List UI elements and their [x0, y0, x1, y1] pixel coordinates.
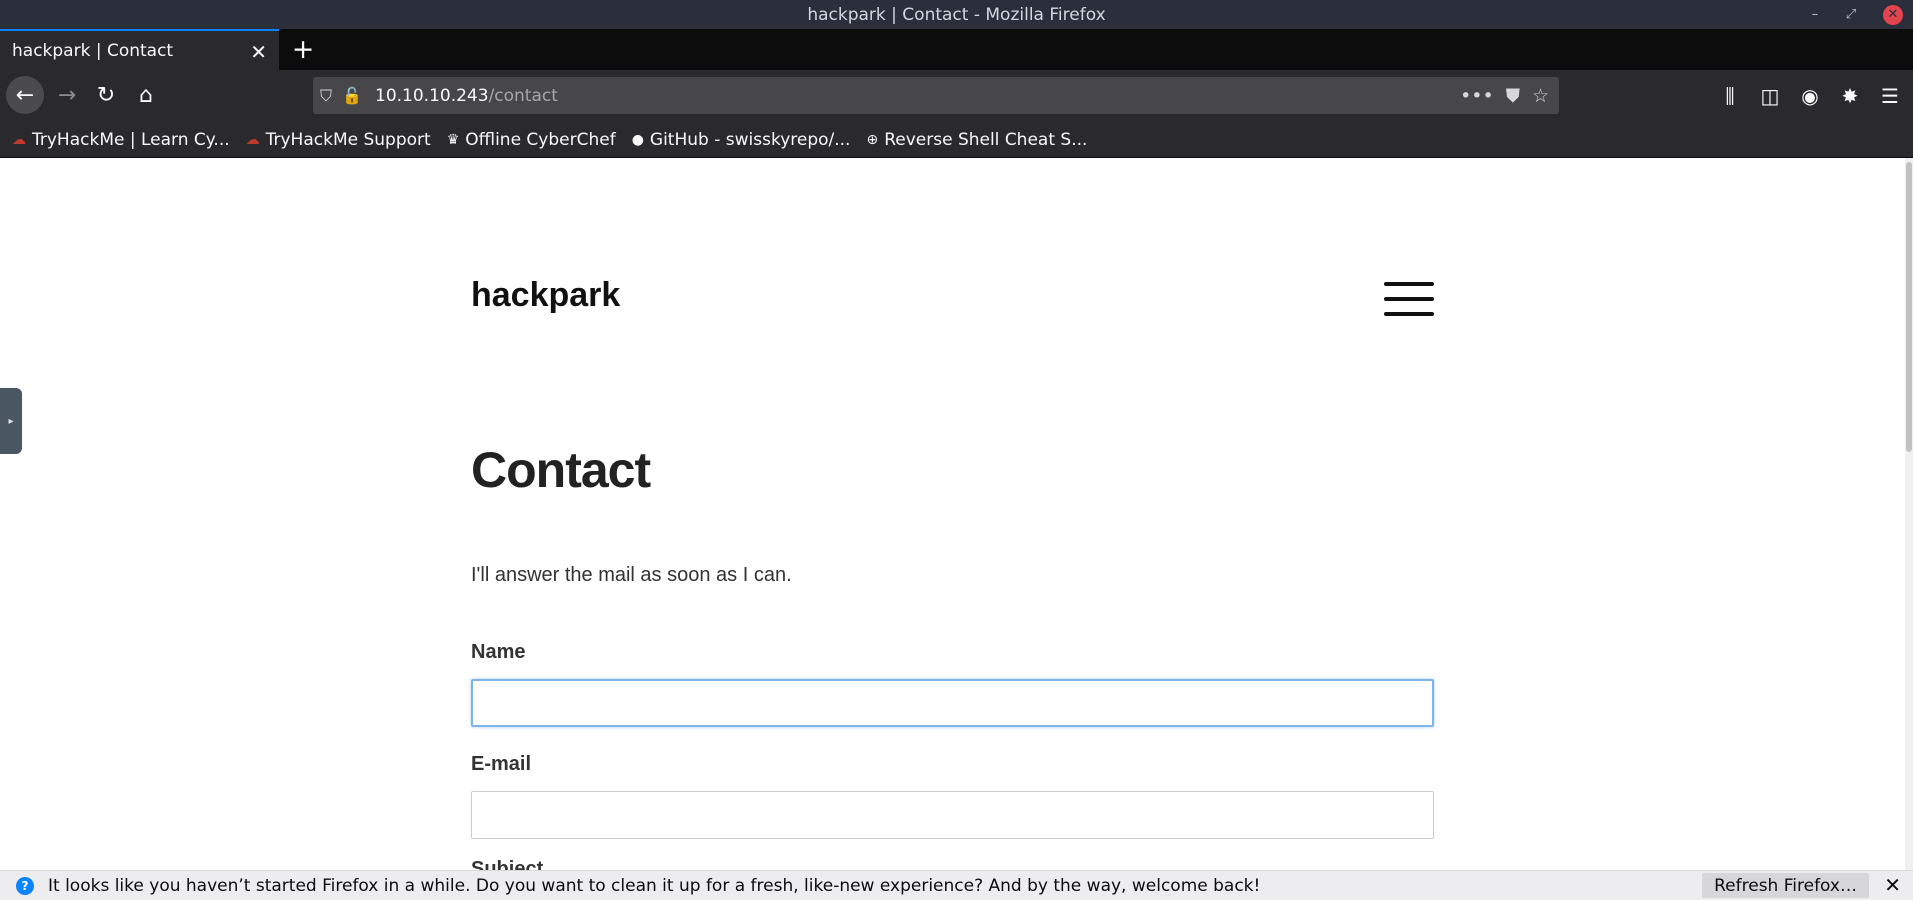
site-title[interactable]: hackpark — [471, 276, 620, 315]
bookmarks-toolbar: ☁ TryHackMe | Learn Cy... ☁ TryHackMe Su… — [0, 122, 1913, 158]
bookmark-label: TryHackMe Support — [265, 129, 431, 150]
bookmark-label: Offline CyberChef — [465, 129, 616, 150]
site-menu-hamburger-icon[interactable] — [1384, 282, 1434, 316]
insecure-connection-icon[interactable]: 🔓 — [339, 81, 365, 111]
maximize-window-button[interactable]: ⤢ — [1841, 5, 1861, 25]
bookmark-tryhackme[interactable]: ☁ TryHackMe | Learn Cy... — [12, 130, 230, 150]
bookmark-reverse-shell-cheat-sheet[interactable]: ⊕ Reverse Shell Cheat S... — [866, 130, 1087, 150]
page-content: ▸ hackpark Contact I'll answer the mail … — [0, 158, 1913, 870]
app-menu-icon[interactable]: ☰ — [1877, 84, 1903, 108]
bookmark-label: Reverse Shell Cheat S... — [884, 129, 1088, 150]
firefox-account-icon[interactable]: ◉ — [1797, 84, 1823, 108]
sidebar-toggle-icon[interactable]: ◫ — [1757, 84, 1783, 108]
globe-icon: ⊕ — [866, 131, 879, 148]
name-label: Name — [471, 641, 526, 663]
email-label: E-mail — [471, 753, 532, 775]
minimize-window-button[interactable]: – — [1805, 5, 1825, 25]
bookmark-github-swisskyrepo[interactable]: ● GitHub - swisskyrepo/... — [632, 130, 851, 150]
bookmark-label: GitHub - swisskyrepo/... — [649, 129, 851, 150]
name-input[interactable] — [471, 679, 1434, 727]
address-bar[interactable]: ⛉ 🔓 10.10.10.243/contact ••• ⛊ ☆ — [313, 77, 1559, 114]
navigation-toolbar: ← → ↻ ⌂ ⛉ 🔓 10.10.10.243/contact ••• ⛊ ☆… — [0, 70, 1913, 122]
window-titlebar: hackpark | Contact - Mozilla Firefox – ⤢… — [0, 0, 1913, 29]
window-title: hackpark | Contact - Mozilla Firefox — [807, 4, 1106, 25]
close-window-button[interactable]: ✕ — [1883, 4, 1903, 25]
tab-strip: hackpark | Contact ✕ + — [0, 29, 1913, 70]
notification-message: It looks like you haven’t started Firefo… — [48, 875, 1261, 896]
new-tab-button[interactable]: + — [288, 33, 318, 65]
question-icon: ? — [16, 876, 34, 895]
pocket-icon[interactable]: ⛊ — [1506, 85, 1520, 107]
bookmark-star-icon[interactable]: ☆ — [1532, 85, 1549, 107]
forward-button[interactable]: → — [48, 76, 86, 114]
page-actions-more-icon[interactable]: ••• — [1460, 85, 1494, 107]
email-input[interactable] — [471, 791, 1434, 839]
github-icon: ● — [631, 131, 644, 148]
side-panel-handle[interactable]: ▸ — [0, 388, 22, 454]
bookmark-offline-cyberchef[interactable]: ♛ Offline CyberChef — [447, 130, 616, 150]
page-heading: Contact — [471, 442, 651, 498]
page-scrollbar[interactable] — [1905, 158, 1913, 870]
library-icon[interactable]: ⫼ — [1717, 84, 1743, 108]
home-button[interactable]: ⌂ — [127, 76, 165, 114]
tab-hackpark-contact[interactable]: hackpark | Contact ✕ — [0, 29, 279, 70]
tryhackme-support-icon: ☁ — [245, 131, 260, 148]
url-path: /contact — [488, 85, 558, 106]
refresh-firefox-button[interactable]: Refresh Firefox… — [1702, 873, 1869, 898]
reload-button[interactable]: ↻ — [87, 76, 125, 114]
cyberchef-icon: ♛ — [446, 131, 460, 148]
subject-label: Subject — [471, 858, 544, 870]
url-host: 10.10.10.243 — [375, 85, 489, 106]
intro-text: I'll answer the mail as soon as I can. — [471, 564, 792, 586]
close-notification-icon[interactable]: ✕ — [1884, 873, 1901, 897]
bookmark-tryhackme-support[interactable]: ☁ TryHackMe Support — [246, 130, 431, 150]
extension-icon[interactable]: ✸ — [1837, 84, 1863, 108]
bookmark-label: TryHackMe | Learn Cy... — [32, 129, 230, 150]
close-tab-icon[interactable]: ✕ — [250, 40, 267, 64]
tryhackme-icon: ☁ — [12, 131, 26, 148]
tab-label: hackpark | Contact — [12, 40, 174, 61]
tracking-protection-shield-icon[interactable]: ⛉ — [313, 81, 339, 111]
scrollbar-thumb[interactable] — [1906, 162, 1912, 452]
refresh-firefox-notification: ? It looks like you haven’t started Fire… — [0, 870, 1913, 900]
back-button[interactable]: ← — [6, 76, 44, 114]
